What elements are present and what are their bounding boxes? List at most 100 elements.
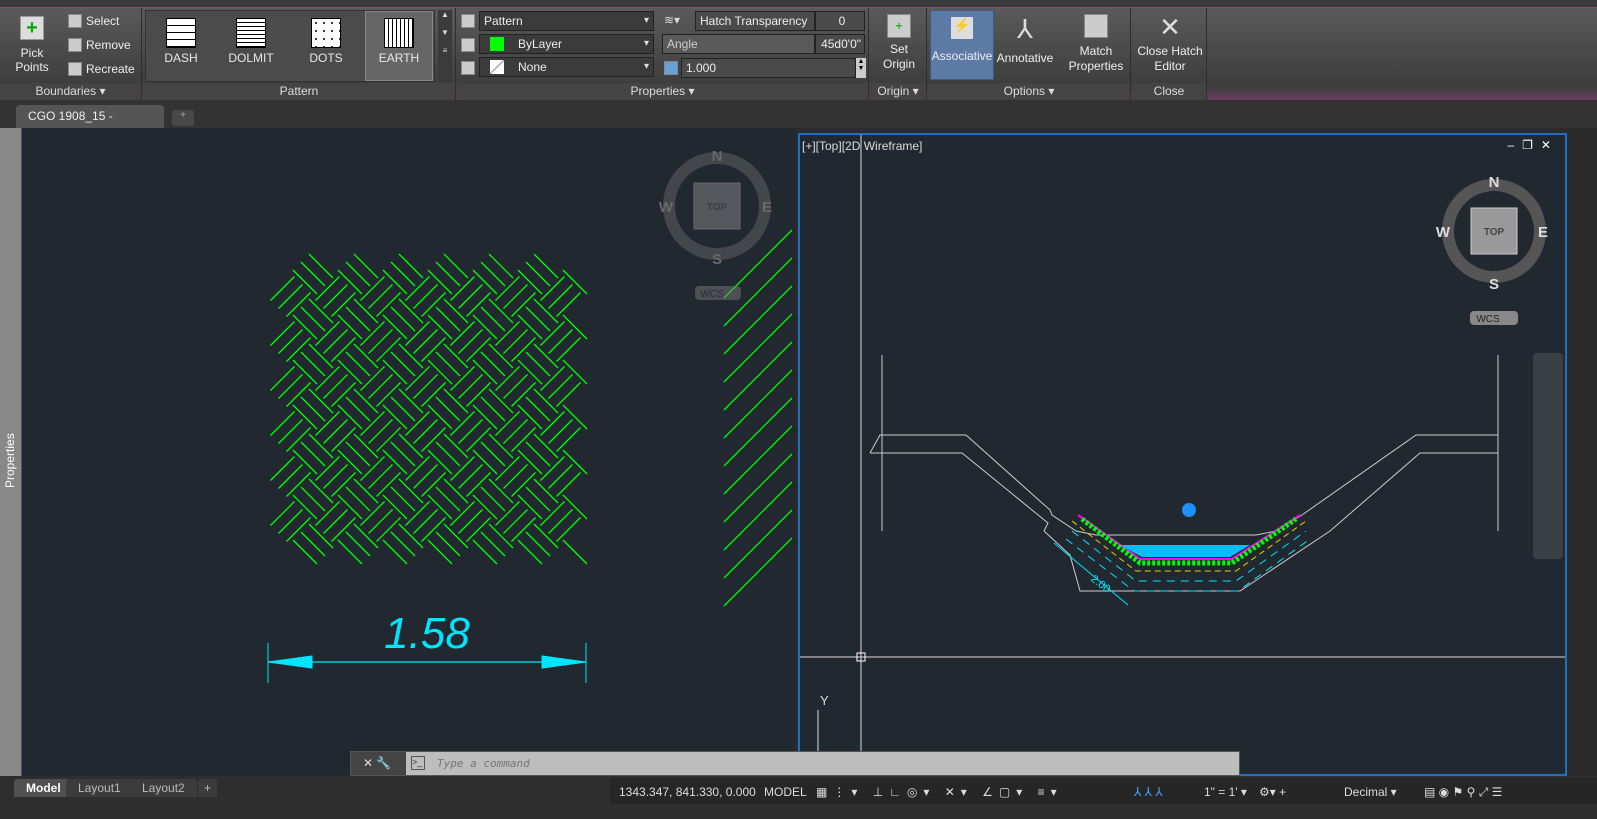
remove-button[interactable]: Remove	[68, 38, 131, 52]
annotation-scale-icons[interactable]: ⅄ ⅄ ⅄	[1130, 780, 1167, 804]
recreate-icon	[68, 62, 82, 76]
earth-hatch[interactable]	[270, 253, 588, 565]
close-icon: ✕	[1159, 12, 1181, 42]
close-panel-title: Close	[1132, 83, 1206, 100]
dimension-text: 1.58	[384, 609, 470, 658]
viewcube[interactable]: TOP N S E W WCS	[659, 148, 772, 300]
units-dropdown[interactable]: Decimal ▾	[1340, 780, 1401, 804]
pick-points-button[interactable]: + Pick Points	[3, 16, 61, 74]
properties-palette[interactable]: Properties	[0, 128, 22, 776]
options-panel: ⚡ Associative ⅄ Annotative Match Propertie…	[928, 8, 1131, 100]
close-panel: ✕ Close Hatch Editor Close	[1132, 8, 1207, 100]
hatch-type-icon	[461, 14, 475, 28]
dots-pattern-icon	[311, 18, 341, 48]
match-properties-icon	[1084, 14, 1108, 38]
earth-pattern-icon	[384, 18, 414, 48]
add-layout-button[interactable]: +	[198, 779, 218, 797]
left-drawing[interactable]: 1.58 TOP N S E W WCS	[22, 128, 795, 776]
none-swatch	[490, 60, 504, 74]
background-color-icon	[461, 61, 475, 75]
model-space-button[interactable]: MODEL	[760, 780, 811, 804]
svg-text:N: N	[712, 148, 723, 165]
remove-icon	[68, 38, 82, 52]
svg-text:S: S	[1489, 276, 1499, 293]
close-command-icon[interactable]: ✕	[363, 756, 373, 770]
background-color-dropdown[interactable]: None	[479, 57, 654, 77]
properties-panel: Pattern ByLayer None ≋▾ Hatch Transparen…	[457, 8, 869, 100]
pattern-swatch-dolmit[interactable]: DOLMIT	[223, 12, 279, 68]
origin-panel: + Set Origin Origin ▾	[870, 8, 927, 100]
svg-text:TOP: TOP	[1484, 227, 1505, 238]
left-viewport[interactable]: 1.58 TOP N S E W WCS	[22, 128, 795, 776]
command-input[interactable]	[437, 754, 1217, 773]
select-button[interactable]: Select	[68, 14, 119, 28]
annotative-icon: ⅄	[1017, 14, 1033, 44]
svg-text:W: W	[1436, 224, 1451, 241]
drafting-toggles[interactable]: ▦⋮▾ ⊥∟◎▾ ✕▾ ∠▢▾ ≡▾	[812, 780, 1067, 804]
pattern-swatch-earth[interactable]: EARTH	[365, 11, 433, 81]
pattern-swatch-dash[interactable]: DASH	[153, 12, 209, 68]
dimension-2-00[interactable]: 2.00	[1053, 542, 1129, 606]
pick-points-icon: +	[20, 16, 44, 40]
dimension-1-58[interactable]: 1.58	[267, 609, 587, 683]
pattern-panel-title: Pattern	[143, 83, 455, 100]
svg-text:S: S	[712, 251, 722, 268]
right-viewport[interactable]: [+][Top][2D Wireframe] –❐✕ 2.00 TOP N S …	[798, 133, 1567, 776]
associative-icon: ⚡	[951, 17, 973, 39]
hatch-type-dropdown[interactable]: Pattern	[479, 11, 654, 31]
associative-toggle[interactable]: ⚡ Associative	[930, 10, 994, 80]
workspace-gear-icon[interactable]: ⚙▾ +	[1255, 780, 1290, 804]
document-tabs: CGO 1908_15 - Rev0*✕ +	[0, 100, 1597, 146]
command-prompt-icon[interactable]: >_	[411, 756, 425, 770]
transparency-value[interactable]: 0	[815, 11, 865, 31]
scale-icon	[664, 61, 678, 75]
tab-model[interactable]: Model	[14, 779, 73, 797]
svg-text:Y: Y	[820, 693, 829, 708]
angle-value[interactable]: 45d0'0"	[815, 34, 865, 54]
svg-text:WCS: WCS	[700, 289, 724, 300]
origin-panel-title[interactable]: Origin ▾	[870, 83, 926, 100]
svg-text:E: E	[762, 199, 772, 216]
tab-layout2[interactable]: Layout2	[130, 779, 197, 797]
viewcube[interactable]: TOP N S E W WCS	[1436, 174, 1548, 325]
color-swatch	[490, 37, 504, 51]
navigation-bar[interactable]	[1533, 353, 1563, 559]
boundaries-panel-title[interactable]: Boundaries ▾	[0, 83, 141, 100]
match-properties-button[interactable]: Match Properties	[1064, 10, 1128, 74]
select-icon	[68, 14, 82, 28]
scale-input[interactable]: 1.000	[681, 58, 856, 78]
customize-wrench-icon[interactable]: 🔧	[376, 756, 391, 770]
coordinates-readout[interactable]: 1343.347, 841.330, 0.000	[615, 780, 760, 804]
pattern-swatch-dots[interactable]: DOTS	[298, 12, 354, 68]
document-tab[interactable]: CGO 1908_15 - Rev0*✕	[16, 105, 164, 146]
set-origin-button[interactable]: + Set Origin	[874, 14, 924, 72]
command-line[interactable]: ✕ 🔧 >_	[350, 751, 1240, 776]
channel-section[interactable]	[800, 135, 1499, 774]
close-hatch-editor-button[interactable]: ✕ Close Hatch Editor	[1134, 14, 1206, 74]
scale-spinner[interactable]: ▲ ▼	[856, 58, 866, 78]
svg-text:WCS: WCS	[1476, 314, 1500, 325]
pattern-scrollbar[interactable]: ▲ ▼ ≡	[438, 10, 452, 82]
right-drawing[interactable]: 2.00 TOP N S E W WCS Y	[800, 135, 1565, 774]
annotative-toggle[interactable]: ⅄ Annotative	[994, 10, 1056, 65]
dolmit-pattern-icon	[236, 18, 266, 48]
hatch-color-dropdown[interactable]: ByLayer	[479, 34, 654, 54]
options-panel-title[interactable]: Options ▾	[928, 83, 1130, 100]
svg-text:E: E	[1538, 224, 1548, 241]
dash-pattern-icon	[166, 18, 196, 48]
transparency-label[interactable]: Hatch Transparency	[695, 11, 815, 31]
transparency-icon[interactable]: ≋▾	[664, 13, 680, 27]
recreate-button[interactable]: Recreate	[68, 62, 135, 76]
annotation-scale-dropdown[interactable]: 1" = 1' ▾	[1200, 780, 1251, 804]
properties-panel-title[interactable]: Properties ▾	[457, 83, 868, 100]
new-tab-button[interactable]: +	[172, 110, 194, 126]
angle-slider[interactable]: Angle	[662, 34, 815, 54]
title-strip	[0, 0, 1597, 8]
grip-point[interactable]	[1182, 503, 1196, 517]
status-tray-icons[interactable]: ▤ ◉ ⚑ ⚲ ⤢ ☰	[1420, 780, 1506, 804]
status-bar: Model Layout1 Layout2 + 1343.347, 841.33…	[0, 776, 1597, 819]
boundaries-panel: + Pick Points Select Remove Recreate Bou…	[0, 8, 142, 100]
tab-layout1[interactable]: Layout1	[66, 779, 133, 797]
svg-text:2.00: 2.00	[1088, 573, 1112, 596]
svg-text:N: N	[1489, 174, 1500, 191]
